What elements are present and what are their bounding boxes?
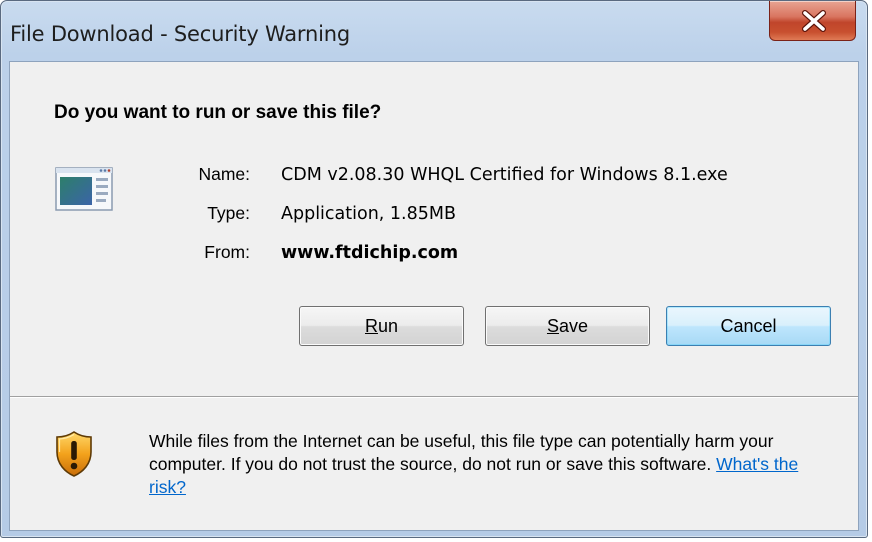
close-icon	[802, 10, 826, 32]
file-name-value: CDM v2.08.30 WHQL Certified for Windows …	[281, 165, 728, 185]
save-label: ave	[558, 316, 589, 336]
run-label: un	[377, 316, 399, 336]
dialog-question: Do you want to run or save this file?	[54, 102, 382, 123]
close-button[interactable]	[769, 1, 856, 41]
save-button[interactable]: Save	[485, 306, 650, 346]
application-icon	[54, 166, 114, 217]
from-label: From:	[204, 242, 250, 262]
window-title: File Download - Security Warning	[10, 22, 350, 46]
shield-warning-icon	[54, 430, 94, 483]
run-mnemonic: R	[364, 316, 378, 336]
warning-text: While files from the Internet can be use…	[149, 431, 774, 474]
title-bar[interactable]: File Download - Security Warning	[1, 1, 867, 61]
warning-message: While files from the Internet can be use…	[149, 430, 829, 499]
dialog-window: File Download - Security Warning Do you …	[0, 0, 868, 538]
run-button[interactable]: Run	[299, 306, 464, 346]
save-mnemonic: S	[546, 316, 559, 336]
type-label: Type:	[207, 203, 250, 223]
name-label: Name:	[198, 164, 250, 184]
cancel-button[interactable]: Cancel	[666, 306, 831, 346]
dialog-body: Do you want to run or save this file? Na…	[9, 61, 859, 531]
file-type-value: Application, 1.85MB	[281, 204, 456, 224]
file-source-value: www.ftdichip.com	[281, 243, 459, 263]
